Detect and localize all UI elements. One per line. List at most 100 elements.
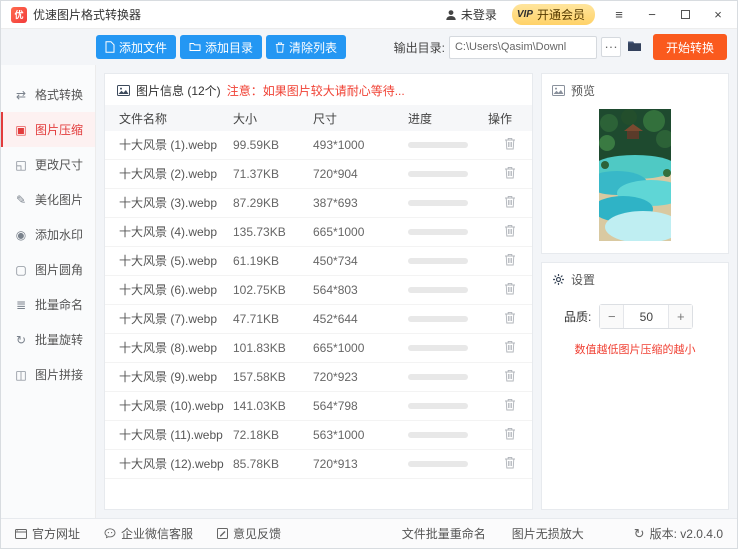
table-row: 十大风景 (9).webp 157.58KB 720*923	[105, 363, 532, 392]
quality-hint: 数值越低图片压缩的越小	[574, 344, 696, 356]
sidebar-item-format-convert[interactable]: ⇄ 格式转换	[1, 77, 95, 112]
add-file-button[interactable]: 添加文件	[96, 35, 177, 59]
stitch-icon: ◫	[15, 367, 27, 382]
browse-output-button[interactable]: ···	[600, 37, 621, 57]
maximize-icon	[680, 9, 690, 19]
add-folder-button[interactable]: 添加目录	[180, 35, 263, 59]
delete-file-button[interactable]	[502, 222, 518, 242]
menu-button[interactable]: ≡	[610, 6, 628, 24]
column-header-progress: 进度	[408, 111, 433, 126]
sidebar-item-label: 批量旋转	[35, 333, 84, 347]
quality-increase-button[interactable]: +	[668, 305, 693, 328]
check-update-icon[interactable]: ↻	[634, 526, 645, 542]
sidebar-nav: ⇄ 格式转换 ▣ 图片压缩 ◱ 更改尺寸 ✎ 美化图片 ◉ 添加水印 ▢ 图片圆…	[1, 65, 96, 518]
file-dimensions: 720*904	[313, 167, 358, 181]
trash-icon	[505, 282, 515, 295]
right-panel: 预览 设置 品质: − 50 + 数值越低图片压缩的越小	[541, 73, 729, 510]
login-button[interactable]: 未登录	[445, 6, 497, 23]
delete-file-button[interactable]	[502, 280, 518, 300]
output-dir-input[interactable]	[448, 35, 597, 59]
preview-image	[599, 109, 671, 241]
wechat-support-link[interactable]: 企业微信客服	[104, 525, 193, 542]
table-row: 十大风景 (1).webp 99.59KB 493*1000	[105, 131, 532, 160]
delete-file-button[interactable]	[502, 454, 518, 474]
info-warning: 注意：如果图片较大请耐心等待...	[226, 84, 405, 98]
file-name: 十大风景 (10).webp	[119, 398, 224, 413]
file-name: 十大风景 (9).webp	[119, 369, 218, 384]
official-site-link[interactable]: 官方网址	[15, 525, 80, 542]
sidebar-item-resize[interactable]: ◱ 更改尺寸	[1, 147, 95, 182]
file-name: 十大风景 (3).webp	[119, 195, 218, 210]
file-dimensions: 720*923	[313, 370, 358, 384]
feedback-link[interactable]: 意见反馈	[217, 525, 281, 542]
quality-row: 品质: − +	[542, 296, 728, 329]
file-size: 61.19KB	[233, 254, 280, 268]
column-header-dimensions: 尺寸	[313, 111, 338, 126]
app-logo-icon: 优	[11, 6, 27, 23]
batch-rename-link[interactable]: 文件批量重命名	[402, 525, 486, 542]
vip-button[interactable]: VIP 开通会员	[511, 4, 595, 25]
delete-file-button[interactable]	[502, 309, 518, 329]
titlebar: 优 优速图片格式转换器 未登录 VIP 开通会员 ≡ − ×	[1, 1, 737, 29]
preview-title: 预览	[571, 84, 596, 98]
lossless-upscale-link[interactable]: 图片无损放大	[512, 525, 584, 542]
vip-icon: VIP	[516, 9, 533, 20]
delete-file-button[interactable]	[502, 425, 518, 445]
sidebar-item-label: 更改尺寸	[35, 158, 84, 172]
file-name: 十大风景 (8).webp	[119, 340, 218, 355]
watermark-icon: ◉	[15, 227, 27, 242]
preview-icon	[552, 85, 565, 96]
close-button[interactable]: ×	[709, 6, 727, 24]
sidebar-item-label: 图片拼接	[35, 368, 84, 382]
output-dir-label: 输出目录:	[393, 40, 445, 55]
progress-bar	[408, 142, 468, 148]
file-size: 157.58KB	[233, 370, 286, 384]
file-dimensions: 452*644	[313, 312, 358, 326]
delete-file-button[interactable]	[502, 135, 518, 155]
sidebar-item-image-compress[interactable]: ▣ 图片压缩	[1, 112, 95, 147]
feedback-icon	[217, 528, 229, 539]
delete-file-button[interactable]	[502, 193, 518, 213]
settings-title: 设置	[571, 273, 596, 287]
delete-file-button[interactable]	[502, 251, 518, 271]
progress-bar	[408, 374, 468, 380]
progress-bar	[408, 171, 468, 177]
minimize-button[interactable]: −	[643, 6, 661, 24]
column-header-action: 操作	[488, 111, 513, 126]
quality-input[interactable]	[624, 309, 669, 324]
sidebar-item-beautify[interactable]: ✎ 美化图片	[1, 182, 95, 217]
file-dimensions: 563*1000	[313, 428, 365, 442]
table-row: 十大风景 (12).webp 85.78KB 720*913	[105, 450, 532, 479]
delete-file-button[interactable]	[502, 367, 518, 387]
start-convert-button[interactable]: 开始转换	[652, 34, 727, 60]
quality-decrease-button[interactable]: −	[600, 305, 625, 328]
progress-bar	[408, 287, 468, 293]
sidebar-item-rounded-corner[interactable]: ▢ 图片圆角	[1, 252, 95, 287]
file-name: 十大风景 (6).webp	[119, 282, 218, 297]
progress-bar	[408, 403, 468, 409]
column-header-name: 文件名称	[119, 111, 168, 126]
sidebar-item-stitch[interactable]: ◫ 图片拼接	[1, 357, 95, 392]
clear-list-button[interactable]: 清除列表	[266, 35, 347, 59]
trash-icon	[505, 253, 515, 266]
table-row: 十大风景 (8).webp 101.83KB 665*1000	[105, 334, 532, 363]
folder-icon	[189, 43, 201, 51]
delete-file-button[interactable]	[502, 164, 518, 184]
file-size: 141.03KB	[233, 399, 286, 413]
sidebar-item-label: 批量命名	[35, 298, 84, 312]
table-row: 十大风景 (4).webp 135.73KB 665*1000	[105, 218, 532, 247]
maximize-button[interactable]	[676, 6, 694, 24]
file-dimensions: 665*1000	[313, 225, 365, 239]
sidebar-item-watermark[interactable]: ◉ 添加水印	[1, 217, 95, 252]
trash-icon	[505, 340, 515, 353]
sidebar-item-batch-rotate[interactable]: ↻ 批量旋转	[1, 322, 95, 357]
delete-file-button[interactable]	[502, 396, 518, 416]
resize-icon: ◱	[15, 157, 27, 172]
settings-panel: 设置 品质: − + 数值越低图片压缩的越小	[541, 262, 729, 510]
sidebar-item-batch-rename[interactable]: ≣ 批量命名	[1, 287, 95, 322]
trash-icon	[505, 166, 515, 179]
file-size: 47.71KB	[233, 312, 280, 326]
delete-file-button[interactable]	[502, 338, 518, 358]
user-icon	[446, 9, 456, 20]
open-output-folder-button[interactable]	[625, 40, 644, 55]
